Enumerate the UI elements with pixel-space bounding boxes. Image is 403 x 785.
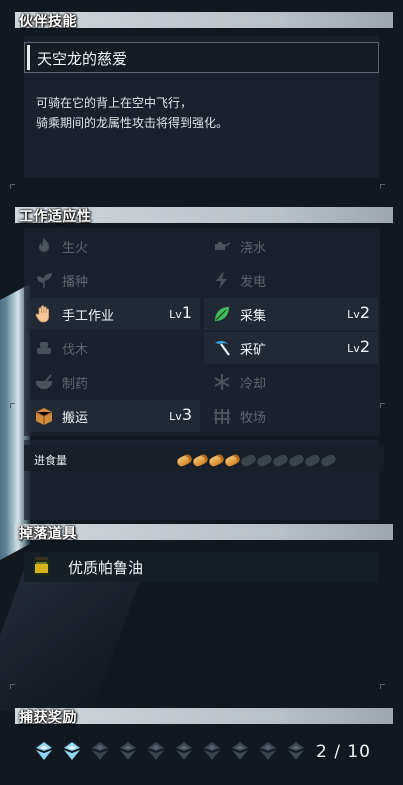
capture-reward-header: 捕获奖励 bbox=[15, 708, 393, 726]
work-item-label: 搬运 bbox=[62, 411, 89, 426]
partner-skill-header: 伙伴技能 bbox=[15, 12, 393, 30]
work-item-label: 播种 bbox=[62, 275, 89, 290]
oil-jar-icon bbox=[34, 557, 49, 576]
work-item[interactable]: 伐木 bbox=[26, 332, 200, 364]
capture-gem-icon bbox=[176, 742, 192, 760]
work-suitability-header: 工作适应性 bbox=[15, 207, 393, 225]
drop-item[interactable]: 优质帕鲁油 bbox=[24, 552, 379, 582]
work-item[interactable]: 手工作业 Lv1 bbox=[26, 298, 200, 330]
capture-gem-icon bbox=[120, 742, 136, 760]
lightning-icon bbox=[212, 270, 232, 290]
capture-gem-icon bbox=[148, 742, 164, 760]
work-item-label: 发电 bbox=[240, 275, 267, 290]
lumber-icon bbox=[34, 338, 54, 358]
frame-corner bbox=[10, 184, 15, 189]
work-item[interactable]: 牧场 bbox=[204, 400, 378, 432]
work-item[interactable]: 生火 bbox=[26, 230, 200, 262]
hand-icon bbox=[34, 304, 54, 324]
capture-gem-icon bbox=[36, 742, 52, 760]
partner-skill-title: 伙伴技能 bbox=[19, 14, 77, 30]
bread-icon bbox=[255, 453, 274, 468]
skill-name: 天空龙的慈爱 bbox=[37, 50, 128, 68]
bread-icon bbox=[287, 453, 306, 468]
pickaxe-icon bbox=[212, 338, 232, 358]
capture-gem-icon bbox=[260, 742, 276, 760]
leaf-icon bbox=[212, 304, 232, 324]
capture-count: 2 / 10 bbox=[316, 742, 371, 762]
watering-icon bbox=[212, 236, 232, 256]
bread-icon bbox=[239, 453, 258, 468]
work-item-label: 制药 bbox=[62, 377, 89, 392]
work-item[interactable]: 采矿 Lv2 bbox=[204, 332, 378, 364]
bread-icon bbox=[175, 453, 194, 468]
work-item-label: 生火 bbox=[62, 241, 89, 256]
frame-corner bbox=[380, 184, 385, 189]
bread-icon bbox=[223, 453, 242, 468]
work-item-label: 牧场 bbox=[240, 411, 267, 426]
food-meter bbox=[175, 450, 338, 469]
bread-icon bbox=[271, 453, 290, 468]
work-item[interactable]: 播种 bbox=[26, 264, 200, 296]
work-item-level: Lv2 bbox=[347, 337, 370, 356]
frame-corner bbox=[10, 684, 15, 689]
capture-gem-icon bbox=[288, 742, 304, 760]
work-item-label: 采矿 bbox=[240, 343, 267, 358]
work-item-label: 伐木 bbox=[62, 343, 89, 358]
work-item-level: Lv2 bbox=[347, 303, 370, 322]
food-row: 进食量 bbox=[24, 445, 384, 471]
work-suitability-title: 工作适应性 bbox=[19, 209, 92, 225]
work-item-level: Lv3 bbox=[169, 405, 192, 424]
skill-description: 可骑在它的背上在空中飞行， 骑乘期间的龙属性攻击将得到强化。 bbox=[36, 93, 228, 133]
work-item-label: 手工作业 bbox=[62, 309, 115, 324]
bread-icon bbox=[207, 453, 226, 468]
fire-icon bbox=[34, 236, 54, 256]
background-structure bbox=[0, 560, 148, 711]
work-item[interactable]: 采集 Lv2 bbox=[204, 298, 378, 330]
drop-item-label: 优质帕鲁油 bbox=[68, 559, 144, 577]
work-item-label: 采集 bbox=[240, 309, 267, 324]
frame-corner bbox=[380, 403, 385, 408]
bread-icon bbox=[303, 453, 322, 468]
work-item[interactable]: 制药 bbox=[26, 366, 200, 398]
capture-gem-icon bbox=[64, 742, 80, 760]
work-item[interactable]: 冷却 bbox=[204, 366, 378, 398]
work-item-level: Lv1 bbox=[169, 303, 192, 322]
capture-gem-icon bbox=[232, 742, 248, 760]
drops-header: 掉落道具 bbox=[15, 524, 393, 542]
skill-name-box[interactable]: 天空龙的慈爱 bbox=[24, 42, 379, 73]
box-icon bbox=[34, 406, 54, 426]
frame-corner bbox=[10, 403, 15, 408]
skill-description-line: 可骑在它的背上在空中飞行， bbox=[36, 96, 193, 110]
bread-icon bbox=[191, 453, 210, 468]
ranch-icon bbox=[212, 406, 232, 426]
capture-reward-title: 捕获奖励 bbox=[19, 710, 77, 726]
work-item[interactable]: 浇水 bbox=[204, 230, 378, 262]
snowflake-icon bbox=[212, 372, 232, 392]
mortar-icon bbox=[34, 372, 54, 392]
frame-corner bbox=[380, 684, 385, 689]
food-label: 进食量 bbox=[34, 454, 67, 467]
skill-name-marker bbox=[27, 45, 30, 70]
work-item-label: 冷却 bbox=[240, 377, 267, 392]
capture-gem-icon bbox=[92, 742, 108, 760]
sprout-icon bbox=[34, 270, 54, 290]
work-item[interactable]: 发电 bbox=[204, 264, 378, 296]
skill-description-line: 骑乘期间的龙属性攻击将得到强化。 bbox=[36, 116, 229, 130]
capture-gem-icon bbox=[204, 742, 220, 760]
drops-title: 掉落道具 bbox=[19, 526, 77, 542]
work-item[interactable]: 搬运 Lv3 bbox=[26, 400, 200, 432]
bread-icon bbox=[319, 453, 338, 468]
work-item-label: 浇水 bbox=[240, 241, 267, 256]
